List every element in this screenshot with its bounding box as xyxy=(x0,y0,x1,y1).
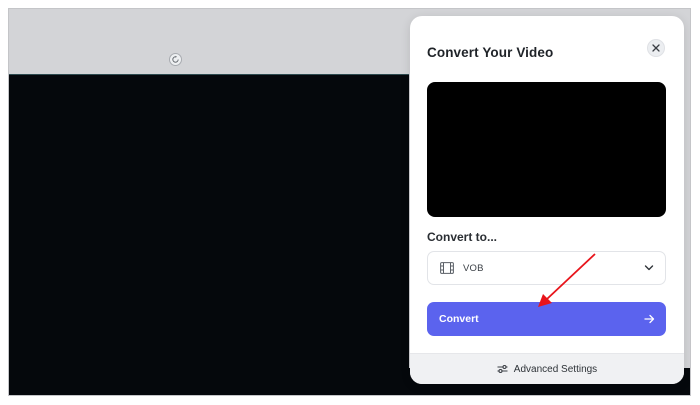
format-dropdown[interactable]: VOB xyxy=(427,251,666,285)
convert-button-label: Convert xyxy=(439,313,479,325)
advanced-settings-label: Advanced Settings xyxy=(513,363,598,375)
arrow-right-icon xyxy=(644,314,655,324)
rotate-glyph xyxy=(172,55,179,63)
format-selected-value: VOB xyxy=(463,262,484,274)
video-canvas[interactable] xyxy=(9,74,409,395)
dialog-title: Convert Your Video xyxy=(427,45,554,60)
close-button[interactable] xyxy=(647,39,665,57)
convert-dialog: Convert Your Video Convert to... VOB Con… xyxy=(410,16,684,384)
chevron-down-icon xyxy=(644,264,654,272)
film-icon xyxy=(440,262,454,274)
rotate-icon[interactable] xyxy=(169,53,182,66)
advanced-settings-button[interactable]: Advanced Settings xyxy=(410,353,684,384)
video-preview xyxy=(427,82,666,217)
close-icon xyxy=(652,44,660,52)
sliders-icon xyxy=(497,364,508,374)
editor-window: Convert Your Video Convert to... VOB Con… xyxy=(9,9,690,395)
convert-to-label: Convert to... xyxy=(427,230,498,244)
convert-button[interactable]: Convert xyxy=(427,302,666,336)
